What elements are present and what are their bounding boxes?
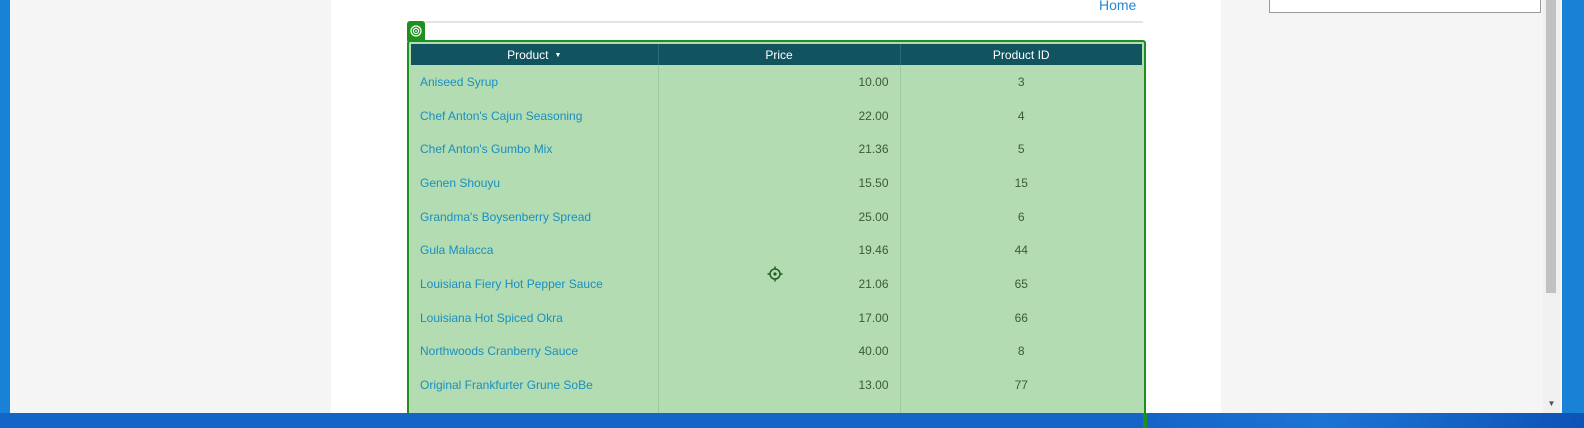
table-row: Chef Anton's Gumbo Mix 21.36 5 — [411, 132, 1142, 167]
table-row: Gula Malacca 19.46 44 — [411, 233, 1142, 268]
price-cell: 21.36 — [658, 132, 901, 167]
column-header-product[interactable]: Product ▼ — [411, 44, 659, 65]
product-id-cell: 65 — [1014, 276, 1028, 291]
home-link[interactable]: Home — [1099, 0, 1136, 13]
column-header-label: Price — [765, 47, 793, 62]
price-cell: 25.00 — [658, 199, 901, 234]
table-row: Original Frankfurter Grune SoBe 13.00 77 — [411, 368, 1142, 402]
product-cell: Original Frankfurter Grune SoBe — [411, 368, 659, 402]
product-cell: Chef Anton's Cajun Seasoning — [411, 98, 659, 133]
product-link[interactable]: Genen Shouyu — [420, 176, 500, 190]
table-row: Northwoods Cranberry Sauce 40.00 8 — [411, 334, 1142, 369]
product-link[interactable]: Aniseed Syrup — [420, 75, 498, 89]
product-link[interactable]: Chef Anton's Gumbo Mix — [420, 142, 552, 156]
product-cell: Louisiana Hot Spiced Okra — [411, 300, 659, 335]
price-cell: 40.00 — [658, 334, 901, 369]
column-header-price[interactable]: Price — [658, 44, 901, 65]
product-cell: Grandma's Boysenberry Spread — [411, 199, 659, 234]
target-circle-icon[interactable] — [407, 21, 425, 41]
price-cell: 17.00 — [658, 300, 901, 335]
window-frame-left — [0, 0, 10, 428]
product-cell: Chef Anton's Gumbo Mix — [411, 132, 659, 167]
product-link[interactable]: Northwoods Cranberry Sauce — [420, 344, 578, 358]
price-cell: 13.00 — [658, 368, 901, 402]
table-row — [411, 401, 1142, 413]
product-cell: Louisiana Fiery Hot Pepper Sauce — [411, 267, 659, 301]
price-cell: 19.46 — [658, 233, 901, 268]
table-row: Grandma's Boysenberry Spread 25.00 6 — [411, 199, 1142, 234]
product-cell: Gula Malacca — [411, 233, 659, 268]
product-id-cell: 8 — [1017, 344, 1025, 359]
header-divider — [419, 21, 1143, 23]
products-grid: Product ▼ Price Product ID Aniseed Syrup … — [411, 44, 1142, 413]
price-cell — [658, 401, 901, 413]
price-cell: 22.00 — [658, 98, 901, 133]
product-id-cell: 15 — [1014, 175, 1028, 190]
product-cell: Genen Shouyu — [411, 166, 659, 200]
table-row: Louisiana Hot Spiced Okra 17.00 66 — [411, 300, 1142, 335]
product-link[interactable]: Louisiana Fiery Hot Pepper Sauce — [420, 277, 603, 291]
window-frame-right — [1562, 0, 1584, 413]
scrollbar-thumb[interactable] — [1546, 0, 1556, 293]
caret-down-icon: ▼ — [554, 51, 562, 59]
product-link[interactable]: Gula Malacca — [420, 243, 493, 257]
table-row: Genen Shouyu 15.50 15 — [411, 166, 1142, 200]
grid-header-row: Product ▼ Price Product ID — [411, 44, 1142, 65]
product-link[interactable]: Louisiana Hot Spiced Okra — [420, 311, 563, 325]
product-link[interactable]: Grandma's Boysenberry Spread — [420, 210, 591, 224]
product-cell: Northwoods Cranberry Sauce — [411, 334, 659, 369]
table-row: Aniseed Syrup 10.00 3 — [411, 65, 1142, 99]
product-id-cell: 77 — [1014, 378, 1028, 393]
product-id-cell: 6 — [1017, 209, 1025, 224]
column-header-product-id[interactable]: Product ID — [900, 44, 1142, 65]
floating-panel — [1269, 0, 1541, 13]
table-row: Chef Anton's Cajun Seasoning 22.00 4 — [411, 98, 1142, 133]
product-id-cell: 3 — [1017, 74, 1025, 89]
column-header-label: Product — [507, 47, 549, 62]
product-link[interactable]: Original Frankfurter Grune SoBe — [420, 378, 593, 392]
scroll-down-arrow-icon[interactable]: ▼ — [1543, 397, 1560, 411]
product-id-cell: 44 — [1014, 243, 1028, 258]
product-id-cell: 66 — [1014, 310, 1028, 325]
product-id-cell: 4 — [1017, 108, 1025, 123]
price-cell: 15.50 — [658, 166, 901, 200]
crosshair-icon — [767, 266, 783, 282]
price-cell: 10.00 — [658, 65, 901, 99]
product-id-cell: 5 — [1017, 142, 1025, 157]
product-cell — [411, 401, 659, 413]
taskbar-tray-area — [1150, 413, 1584, 428]
product-cell: Aniseed Syrup — [411, 65, 659, 99]
grid-highlight-edge — [1143, 413, 1147, 428]
product-id-cell — [900, 402, 1142, 413]
column-header-label: Product ID — [992, 47, 1050, 62]
product-link[interactable]: Chef Anton's Cajun Seasoning — [420, 109, 582, 123]
